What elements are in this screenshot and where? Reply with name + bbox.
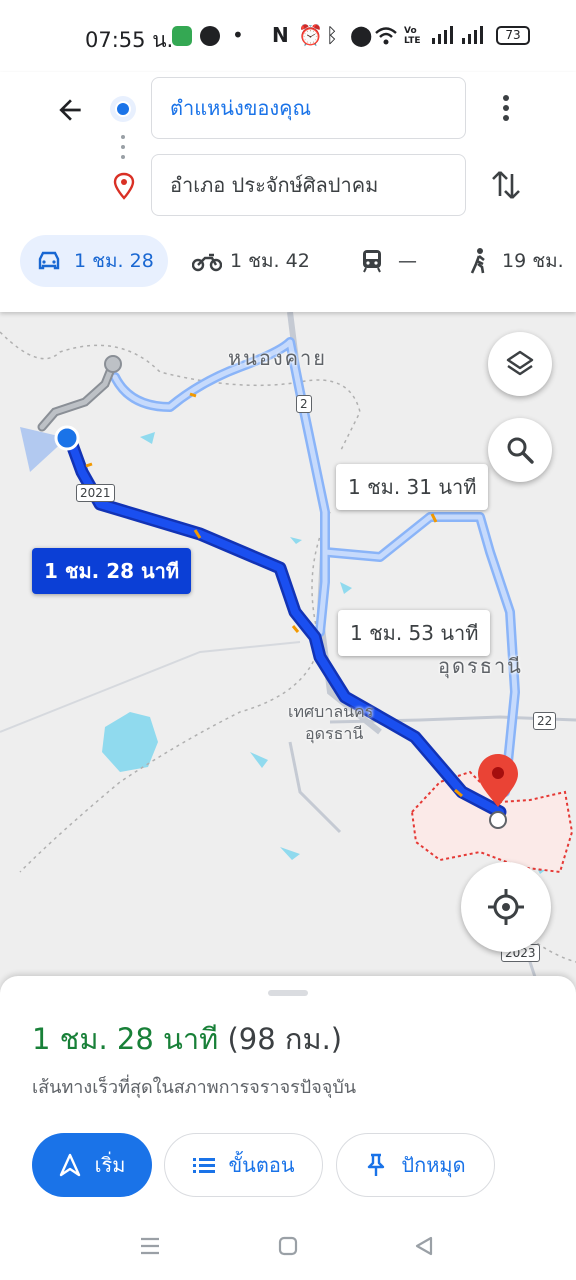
car-icon xyxy=(38,251,60,270)
navigation-arrow-icon xyxy=(59,1153,80,1177)
alt-route-time-1: 1 ชม. 31 นาที xyxy=(348,475,477,499)
line-app-icon xyxy=(200,26,220,46)
mode-car-label: 1 ชม. 28 xyxy=(74,250,154,272)
home-icon[interactable] xyxy=(276,1234,300,1258)
back-arrow-icon[interactable] xyxy=(54,94,86,126)
steps-label: ขั้นตอน xyxy=(228,1153,295,1177)
water-body xyxy=(290,537,302,544)
swap-icon[interactable] xyxy=(490,168,522,202)
road xyxy=(288,741,342,834)
route-description: เส้นทางเร็วที่สุดในสภาพการจราจรปัจจุบัน xyxy=(32,1077,357,1098)
battery-indicator: 73 xyxy=(496,26,530,45)
destination-text: อำเภอ ประจักษ์ศิลปาคม xyxy=(170,173,379,197)
messages-app-icon xyxy=(172,26,192,46)
walk-icon xyxy=(470,248,485,274)
road-shield-2021: 2021 xyxy=(76,484,115,502)
more-options-icon[interactable] xyxy=(492,92,520,124)
crosshair-icon xyxy=(488,889,524,925)
search-along-route-button[interactable] xyxy=(488,418,552,482)
pin-icon xyxy=(368,1153,385,1176)
list-icon xyxy=(193,1158,216,1173)
mode-tab-motorcycle[interactable]: 1 ชม. 42 xyxy=(192,235,310,287)
search-icon xyxy=(507,437,534,464)
recent-apps-icon[interactable] xyxy=(138,1234,162,1258)
mode-tab-car[interactable]: 1 ชม. 28 xyxy=(20,235,168,287)
alt-route-label-2[interactable]: 1 ชม. 53 นาที xyxy=(338,610,491,656)
route-dots-icon xyxy=(121,135,125,159)
road-shield-2: 2 xyxy=(296,395,312,413)
trip-distance: (98 กม.) xyxy=(227,1022,343,1056)
transit-icon xyxy=(363,250,381,273)
mode-walk-label: 19 ชม. xyxy=(502,250,564,272)
mode-motorcycle-label: 1 ชม. 42 xyxy=(230,250,310,272)
start-button[interactable]: เริ่ม xyxy=(32,1133,152,1197)
nfc-icon: N xyxy=(272,23,289,47)
dot-icon: • xyxy=(232,23,244,47)
drag-handle[interactable] xyxy=(268,990,308,996)
alarm-icon: ⏰ xyxy=(298,23,323,47)
primary-route-time: 1 ชม. 28 นาที xyxy=(44,559,180,583)
destination-field[interactable]: อำเภอ ประจักษ์ศิลปาคม xyxy=(151,154,466,216)
place-label-nongkhai: หนองคาย xyxy=(228,346,327,370)
alt-route-time-2: 1 ชม. 53 นาที xyxy=(350,621,479,645)
my-location-button[interactable] xyxy=(461,862,551,952)
origin-dot-icon xyxy=(110,96,136,122)
signal-icon xyxy=(432,26,483,44)
origin-text: ตำแหน่งของคุณ xyxy=(170,96,312,120)
origin-field[interactable]: ตำแหน่งของคุณ xyxy=(151,77,466,139)
directions-header: ตำแหน่งของคุณ อำเภอ ประจักษ์ศิลปาคม 1 ชม… xyxy=(0,72,576,312)
walk-start-dot xyxy=(104,355,122,373)
wifi-icon xyxy=(375,27,397,45)
system-navigation-bar xyxy=(0,1216,576,1280)
volte-icon: Vo LTE xyxy=(404,26,421,46)
motorcycle-icon xyxy=(192,253,222,272)
water-body xyxy=(102,712,158,772)
trip-summary: 1 ชม. 28 นาที (98 กม.) xyxy=(32,1016,342,1062)
back-icon[interactable] xyxy=(412,1234,436,1258)
status-bar: 07:55 น. • N ⏰ ᛒ ⬤ Vo LTE 73 xyxy=(0,0,576,72)
water-body xyxy=(340,582,352,594)
location-icon: ⬤ xyxy=(350,23,373,47)
pin-button[interactable]: ปักหมุด xyxy=(336,1133,495,1197)
place-label-municipality-sub: อุดรธานี xyxy=(305,724,364,743)
destination-ring xyxy=(489,811,507,829)
destination-pin-icon xyxy=(113,172,135,200)
mode-transit-label: — xyxy=(398,250,417,272)
status-time: 07:55 น. xyxy=(85,28,174,52)
water-body xyxy=(280,847,300,860)
route-summary-sheet: 1 ชม. 28 นาที (98 กม.) เส้นทางเร็วที่สุด… xyxy=(0,976,576,1216)
pin-label: ปักหมุด xyxy=(401,1153,466,1177)
mode-tab-transit[interactable]: — xyxy=(360,235,417,287)
map-view[interactable]: หนองคาย อุดรธานี เทศบาลนคร อุดรธานี 2 20… xyxy=(0,312,576,992)
mode-tab-walk[interactable]: 19 ชม. xyxy=(468,235,564,287)
water-body xyxy=(250,752,268,768)
layers-icon xyxy=(506,350,534,376)
alt-route-label-1[interactable]: 1 ชม. 31 นาที xyxy=(336,464,489,510)
bluetooth-icon: ᛒ xyxy=(326,23,338,47)
battery-level: 73 xyxy=(505,28,521,42)
road-shield-22: 22 xyxy=(533,712,557,730)
primary-route-label[interactable]: 1 ชม. 28 นาที xyxy=(32,548,192,594)
walking-connector-inner xyxy=(39,361,116,430)
start-label: เริ่ม xyxy=(94,1153,126,1177)
trip-duration: 1 ชม. 28 นาที xyxy=(32,1022,219,1056)
layers-button[interactable] xyxy=(488,332,552,396)
current-location-dot xyxy=(54,425,80,451)
steps-button[interactable]: ขั้นตอน xyxy=(164,1133,323,1197)
water-body xyxy=(140,432,155,444)
